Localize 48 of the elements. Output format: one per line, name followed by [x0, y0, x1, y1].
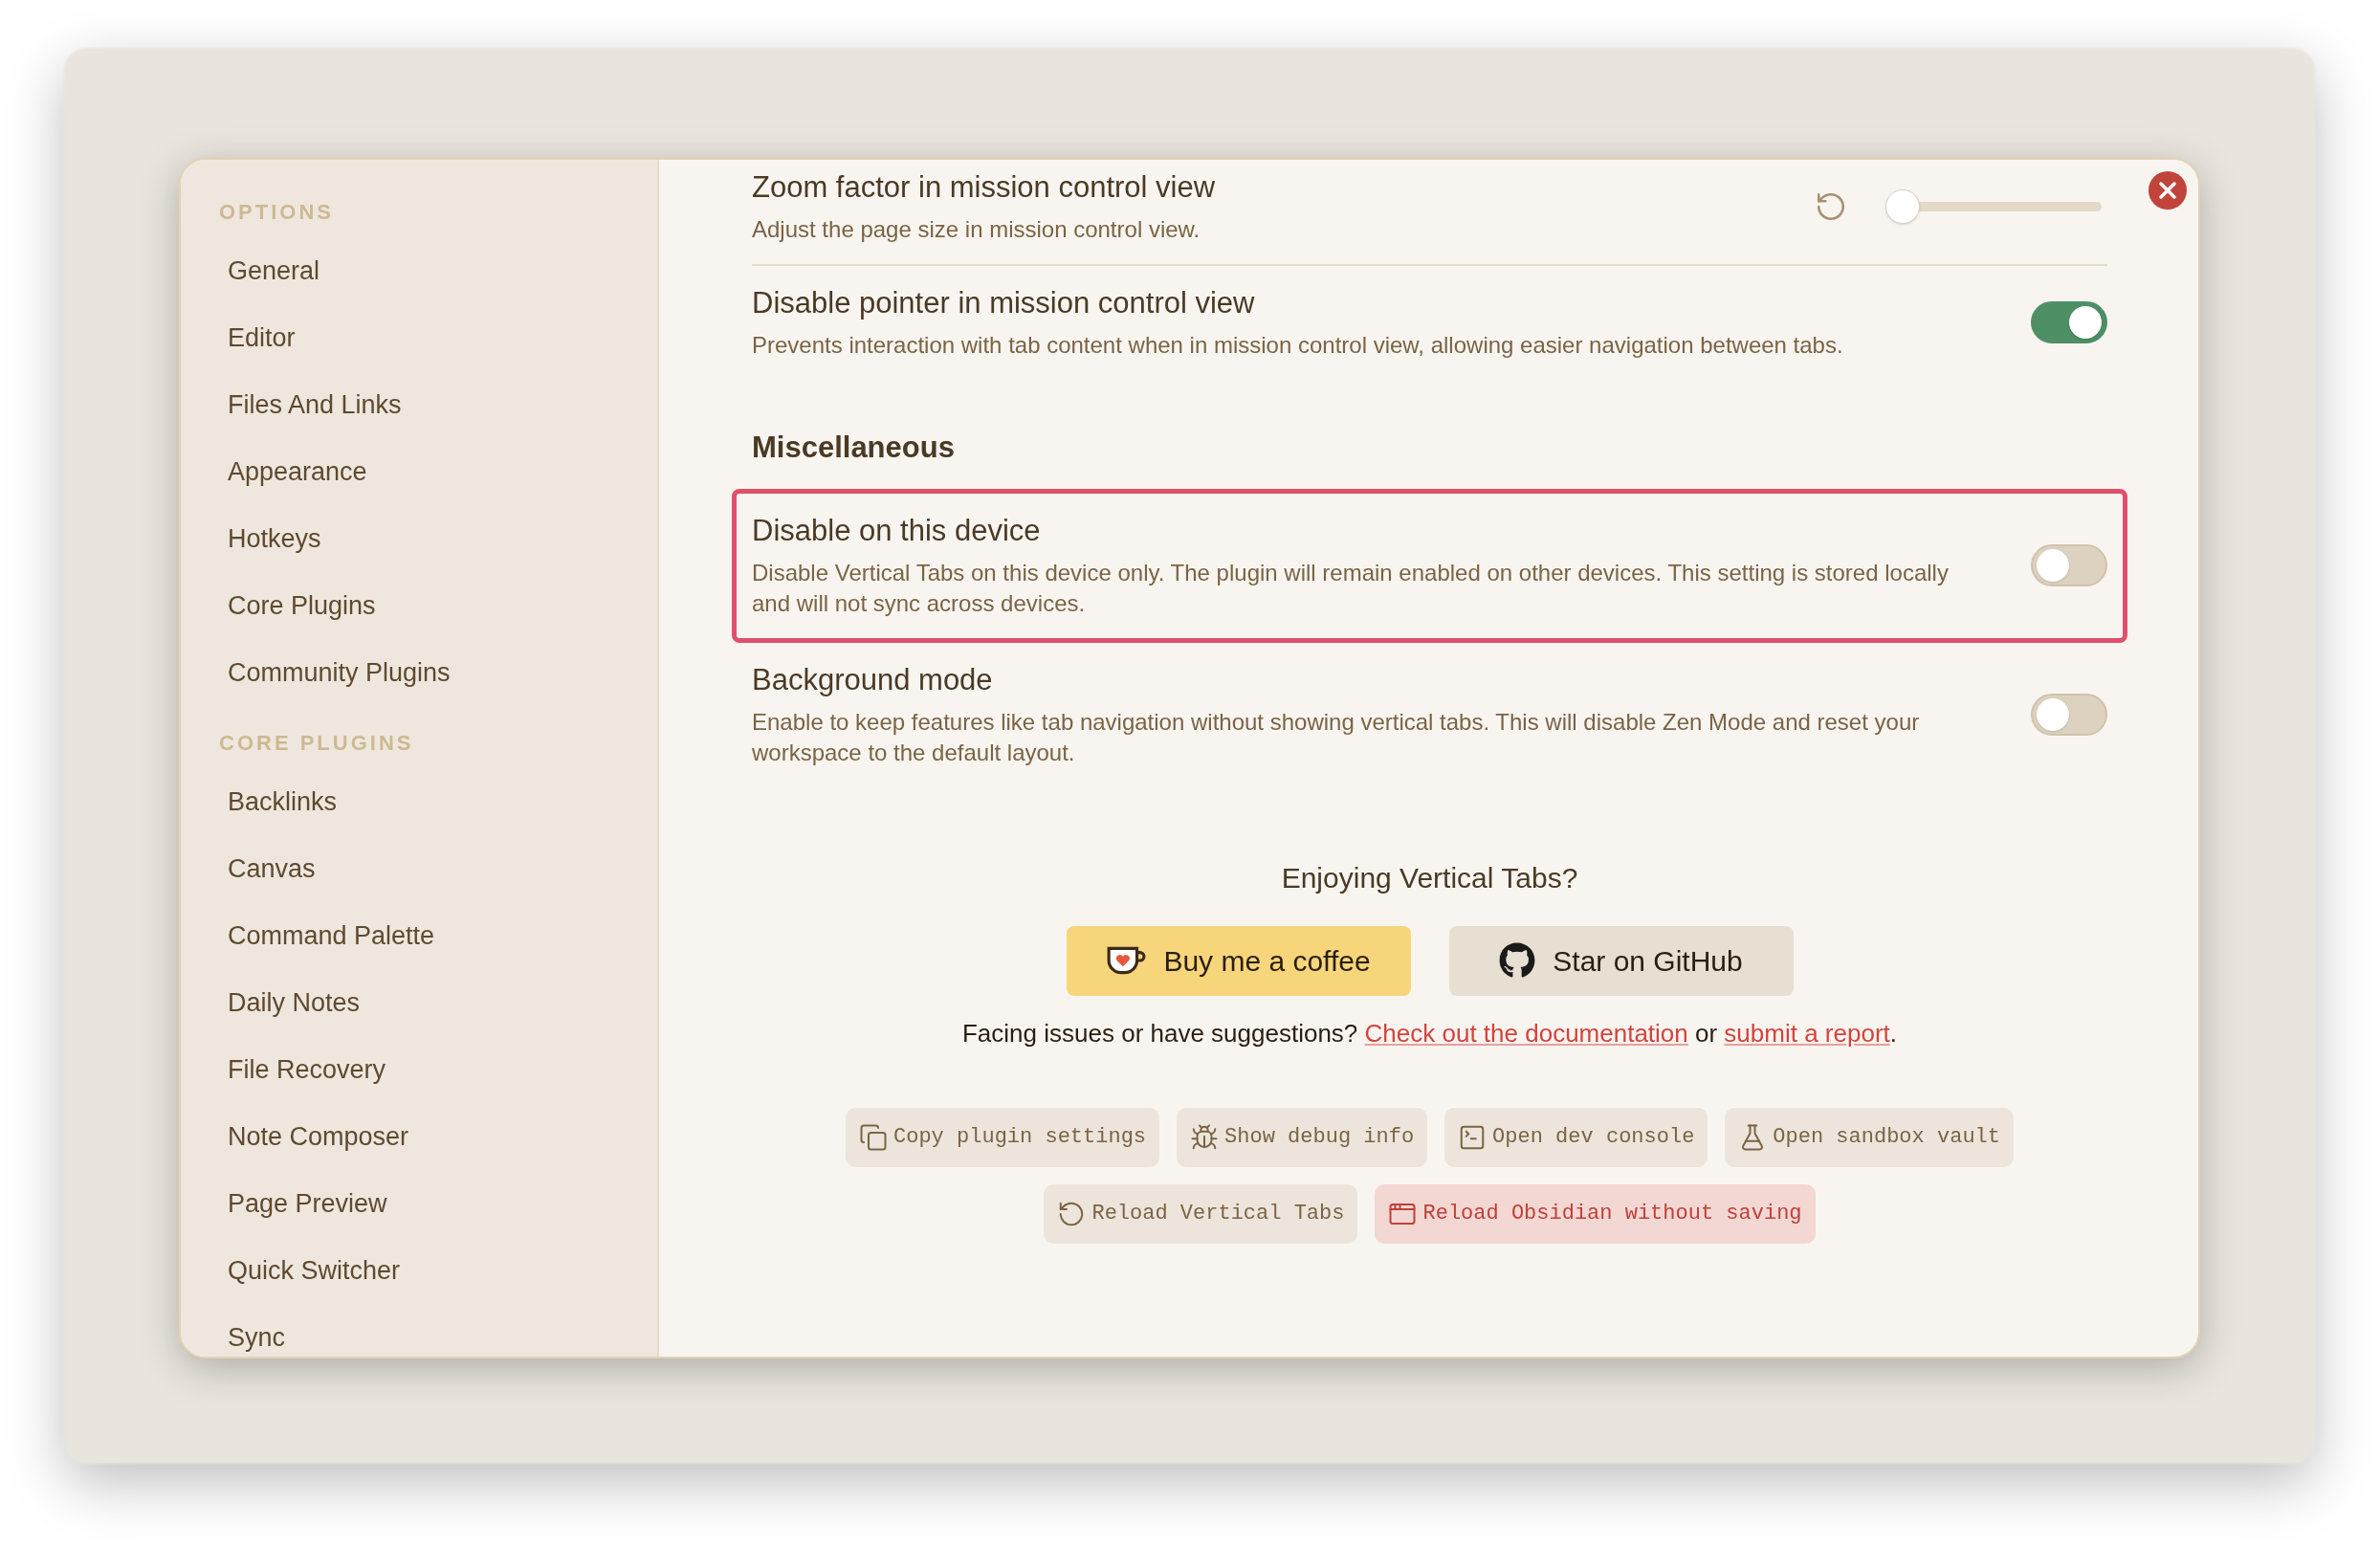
close-button[interactable]	[2149, 171, 2187, 210]
sidebar-item[interactable]: Command Palette	[219, 902, 619, 969]
sidebar-item[interactable]: Note Composer	[219, 1103, 619, 1170]
sidebar-item[interactable]: Page Preview	[219, 1170, 619, 1237]
github-button[interactable]: Star on GitHub	[1448, 925, 1794, 996]
sidebar-item[interactable]: Canvas	[219, 835, 619, 902]
github-icon	[1499, 942, 1536, 979]
tool-button[interactable]: Show debug info	[1177, 1107, 1428, 1167]
toggle-switch[interactable]	[2031, 301, 2107, 344]
tool-button[interactable]: Reload Vertical Tabs	[1044, 1183, 1358, 1244]
sidebar-item[interactable]: Sync	[219, 1304, 619, 1357]
sidebar-heading: CORE PLUGINS	[219, 730, 415, 757]
help-link[interactable]: Check out the documentation	[1364, 1018, 1688, 1048]
section-heading: Miscellaneous	[752, 430, 955, 464]
sidebar-item[interactable]: Community Plugins	[219, 639, 619, 706]
toggle-switch[interactable]	[2031, 694, 2107, 737]
tool-button[interactable]: Copy plugin settings	[846, 1107, 1160, 1167]
coffee-button[interactable]: Buy me a coffee	[1066, 925, 1411, 996]
toggle-switch[interactable]	[2031, 544, 2107, 587]
sidebar-item[interactable]: Daily Notes	[219, 969, 619, 1036]
tool-button[interactable]: Open dev console	[1444, 1107, 1708, 1167]
sidebar-item[interactable]: File Recovery	[219, 1036, 619, 1103]
coffee-cup-icon	[1106, 944, 1147, 977]
setting-description: Disable Vertical Tabs on this device only. The plugin will remain enabled on other devices. This setting is stored locally and will not sync across devices.	[752, 558, 1950, 618]
sidebar-item[interactable]: Backlinks	[219, 768, 619, 835]
bug-icon	[1190, 1122, 1220, 1152]
sidebar-item[interactable]: Editor	[219, 304, 619, 371]
sidebar-heading: OPTIONS	[219, 199, 335, 226]
setting-title: Zoom factor in mission control view	[752, 169, 1217, 206]
setting-description: Enable to keep features like tab navigation without showing vertical tabs. This will disable Zen Mode and reset your workspace to the default layout.	[752, 707, 1921, 767]
setting-title: Background mode	[752, 661, 994, 698]
help-text: Facing issues or have suggestions? Check out the documentation or submit a report.	[962, 1017, 1897, 1049]
sidebar-item[interactable]: Quick Switcher	[219, 1237, 619, 1304]
sidebar-item[interactable]: Appearance	[219, 438, 619, 505]
setting-description: Prevents interaction with tab content when in mission control view, allowing easier navigation between tabs.	[752, 330, 1844, 360]
setting-title: Disable pointer in mission control view	[752, 284, 1256, 321]
danger-tool-button[interactable]: Reload Obsidian without saving	[1375, 1183, 1816, 1244]
sidebar-item[interactable]: General	[219, 237, 619, 304]
help-link[interactable]: submit a report	[1724, 1018, 1890, 1048]
sidebar-item[interactable]: Core Plugins	[219, 572, 619, 639]
copy-icon	[859, 1122, 888, 1152]
sidebar-item[interactable]: Hotkeys	[219, 505, 619, 572]
setting-title: Disable on this device	[752, 513, 1042, 549]
setting-description: Adjust the page size in mission control view.	[752, 214, 1201, 244]
tool-button[interactable]: Open sandbox vault	[1725, 1107, 2014, 1167]
support-title: Enjoying Vertical Tabs?	[1281, 860, 1578, 895]
sidebar-item[interactable]: Files And Links	[219, 371, 619, 438]
zoom-slider[interactable]	[1885, 189, 2102, 225]
